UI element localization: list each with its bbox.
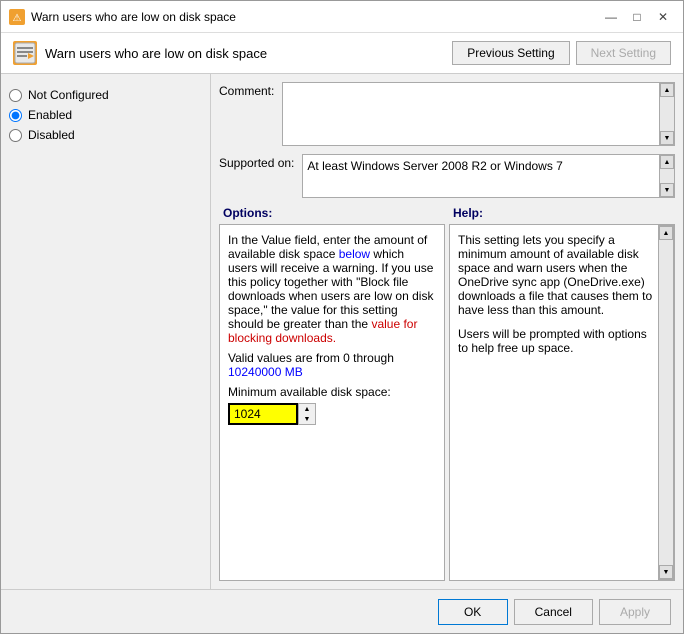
header-buttons: Previous Setting Next Setting	[452, 41, 671, 65]
spinner-down-button[interactable]: ▼	[299, 414, 315, 424]
help-paragraph1: This setting lets you specify a minimum …	[458, 233, 654, 317]
options-box: In the Value field, enter the amount of …	[219, 224, 445, 581]
comment-scroll-up[interactable]: ▲	[660, 83, 674, 97]
help-scroll-down[interactable]: ▼	[659, 565, 673, 579]
apply-button[interactable]: Apply	[599, 599, 671, 625]
help-section: Help: This setting lets you specify a mi…	[449, 206, 675, 581]
main-window: ⚠ Warn users who are low on disk space —…	[0, 0, 684, 634]
options-help-row: Options: In the Value field, enter the a…	[219, 206, 675, 581]
header-section: Warn users who are low on disk space Pre…	[1, 33, 683, 74]
header-left: Warn users who are low on disk space	[13, 41, 267, 65]
not-configured-radio[interactable]	[9, 89, 22, 102]
supported-scroll-down[interactable]: ▼	[660, 183, 674, 197]
title-bar-left: ⚠ Warn users who are low on disk space	[9, 9, 236, 25]
window-title: Warn users who are low on disk space	[31, 10, 236, 24]
minimize-button[interactable]: —	[599, 7, 623, 27]
disabled-radio[interactable]	[9, 129, 22, 142]
footer: OK Cancel Apply	[1, 589, 683, 633]
comment-scroll-down[interactable]: ▼	[660, 131, 674, 145]
main-content: Not Configured Enabled Disabled Comment:	[1, 74, 683, 589]
comment-textarea[interactable]	[282, 82, 675, 146]
comment-scrollbar[interactable]: ▲ ▼	[659, 82, 675, 146]
help-label: Help:	[449, 206, 675, 220]
spinner-up-button[interactable]: ▲	[299, 404, 315, 414]
cancel-button[interactable]: Cancel	[514, 599, 593, 625]
supported-value: At least Windows Server 2008 R2 or Windo…	[302, 154, 675, 198]
title-icon: ⚠	[9, 9, 25, 25]
right-panel: Comment: ▲ ▼ Supported on: At least Wind…	[211, 74, 683, 589]
help-box: This setting lets you specify a minimum …	[450, 225, 674, 580]
supported-scrollbar[interactable]: ▲ ▼	[659, 154, 675, 198]
not-configured-radio-item[interactable]: Not Configured	[9, 88, 202, 102]
supported-scroll-up[interactable]: ▲	[660, 155, 674, 169]
spinner-buttons: ▲ ▼	[298, 403, 316, 425]
supported-scroll-track	[660, 169, 674, 183]
spinner-input[interactable]	[228, 403, 298, 425]
previous-setting-button[interactable]: Previous Setting	[452, 41, 569, 65]
svg-text:⚠: ⚠	[13, 13, 22, 24]
options-section: Options: In the Value field, enter the a…	[219, 206, 445, 581]
help-scrollbar[interactable]: ▲ ▼	[658, 225, 674, 580]
comment-section: Comment: ▲ ▼	[219, 82, 675, 146]
comment-label: Comment:	[219, 82, 274, 98]
options-valid-values: Valid values are from 0 through 10240000…	[228, 351, 436, 379]
help-scroll-up[interactable]: ▲	[659, 226, 673, 240]
ok-button[interactable]: OK	[438, 599, 508, 625]
spinner-wrap: ▲ ▼	[228, 403, 436, 425]
min-disk-label: Minimum available disk space:	[228, 385, 436, 399]
close-button[interactable]: ✕	[651, 7, 675, 27]
supported-label: Supported on:	[219, 154, 294, 170]
enabled-label: Enabled	[28, 108, 72, 122]
next-setting-button[interactable]: Next Setting	[576, 41, 671, 65]
maximize-button[interactable]: □	[625, 7, 649, 27]
title-bar-controls: — □ ✕	[599, 7, 675, 27]
supported-section: Supported on: At least Windows Server 20…	[219, 154, 675, 198]
disabled-label: Disabled	[28, 128, 75, 142]
disabled-radio-item[interactable]: Disabled	[9, 128, 202, 142]
comment-scroll-track	[660, 97, 674, 131]
help-scroll-track	[659, 240, 673, 565]
enabled-radio-item[interactable]: Enabled	[9, 108, 202, 122]
left-panel: Not Configured Enabled Disabled	[1, 74, 211, 589]
help-paragraph2: Users will be prompted with options to h…	[458, 327, 654, 355]
header-icon	[13, 41, 37, 65]
options-paragraph1: In the Value field, enter the amount of …	[228, 233, 436, 345]
radio-group: Not Configured Enabled Disabled	[9, 82, 202, 148]
options-label: Options:	[219, 206, 445, 220]
header-title: Warn users who are low on disk space	[45, 46, 267, 61]
title-bar: ⚠ Warn users who are low on disk space —…	[1, 1, 683, 33]
enabled-radio[interactable]	[9, 109, 22, 122]
not-configured-label: Not Configured	[28, 88, 109, 102]
